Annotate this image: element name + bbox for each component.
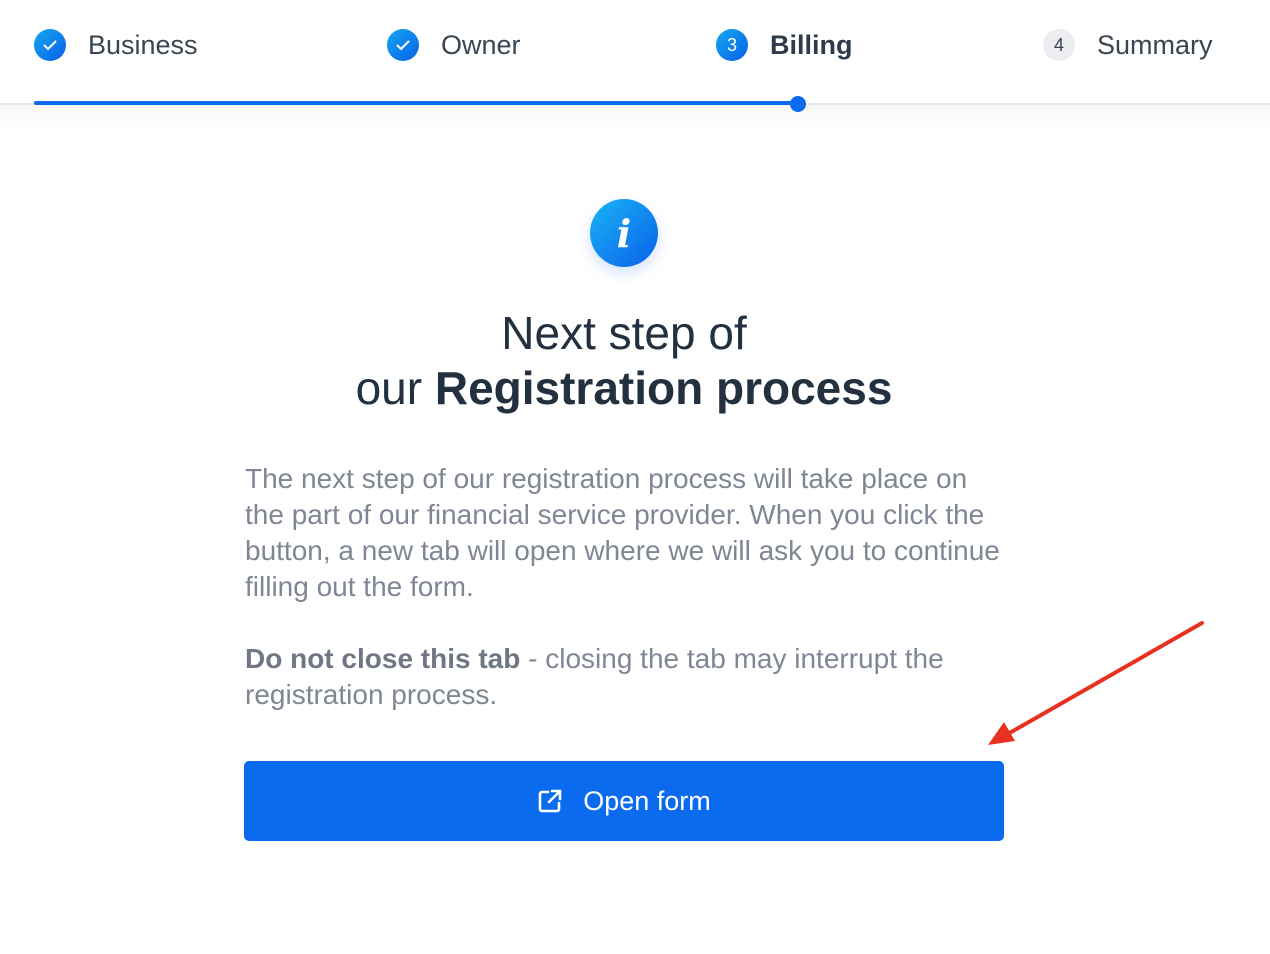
step-business-label: Business xyxy=(88,29,198,60)
stepper-progress-dot xyxy=(790,96,806,112)
step-summary-label: Summary xyxy=(1097,29,1213,60)
stepper-progress-fill xyxy=(34,101,798,105)
info-icon: i xyxy=(590,199,658,267)
heading-prefix: our xyxy=(355,362,435,414)
step-business[interactable]: Business xyxy=(34,28,198,62)
step-owner-label: Owner xyxy=(441,29,521,60)
heading-strong: Registration process xyxy=(434,362,893,414)
warning-text: Do not close this tab - closing the tab … xyxy=(245,641,1005,713)
open-form-button[interactable]: Open form xyxy=(244,761,1004,841)
step-owner[interactable]: Owner xyxy=(387,28,521,62)
warning-strong: Do not close this tab xyxy=(245,643,521,674)
step-summary[interactable]: 4 Summary xyxy=(1043,28,1213,62)
step-billing[interactable]: 3 Billing xyxy=(716,28,853,62)
step-billing-number: 3 xyxy=(716,29,748,61)
header-shadow xyxy=(0,105,1270,129)
step-billing-label: Billing xyxy=(770,29,853,60)
step-owner-check-icon xyxy=(387,29,419,61)
step-summary-number: 4 xyxy=(1043,29,1075,61)
page-heading: Next step of our Registration process xyxy=(0,306,1248,416)
progress-stepper: Business Owner 3 Billing 4 Summary xyxy=(0,0,1270,129)
heading-line-2: our Registration process xyxy=(0,361,1248,416)
step-business-check-icon xyxy=(34,29,66,61)
open-form-label: Open form xyxy=(583,785,711,816)
heading-line-1: Next step of xyxy=(501,307,747,359)
external-link-icon xyxy=(537,788,563,814)
registration-page: Business Owner 3 Billing 4 Summary i Nex… xyxy=(0,0,1270,954)
description-text: The next step of our registration proces… xyxy=(245,463,1000,602)
